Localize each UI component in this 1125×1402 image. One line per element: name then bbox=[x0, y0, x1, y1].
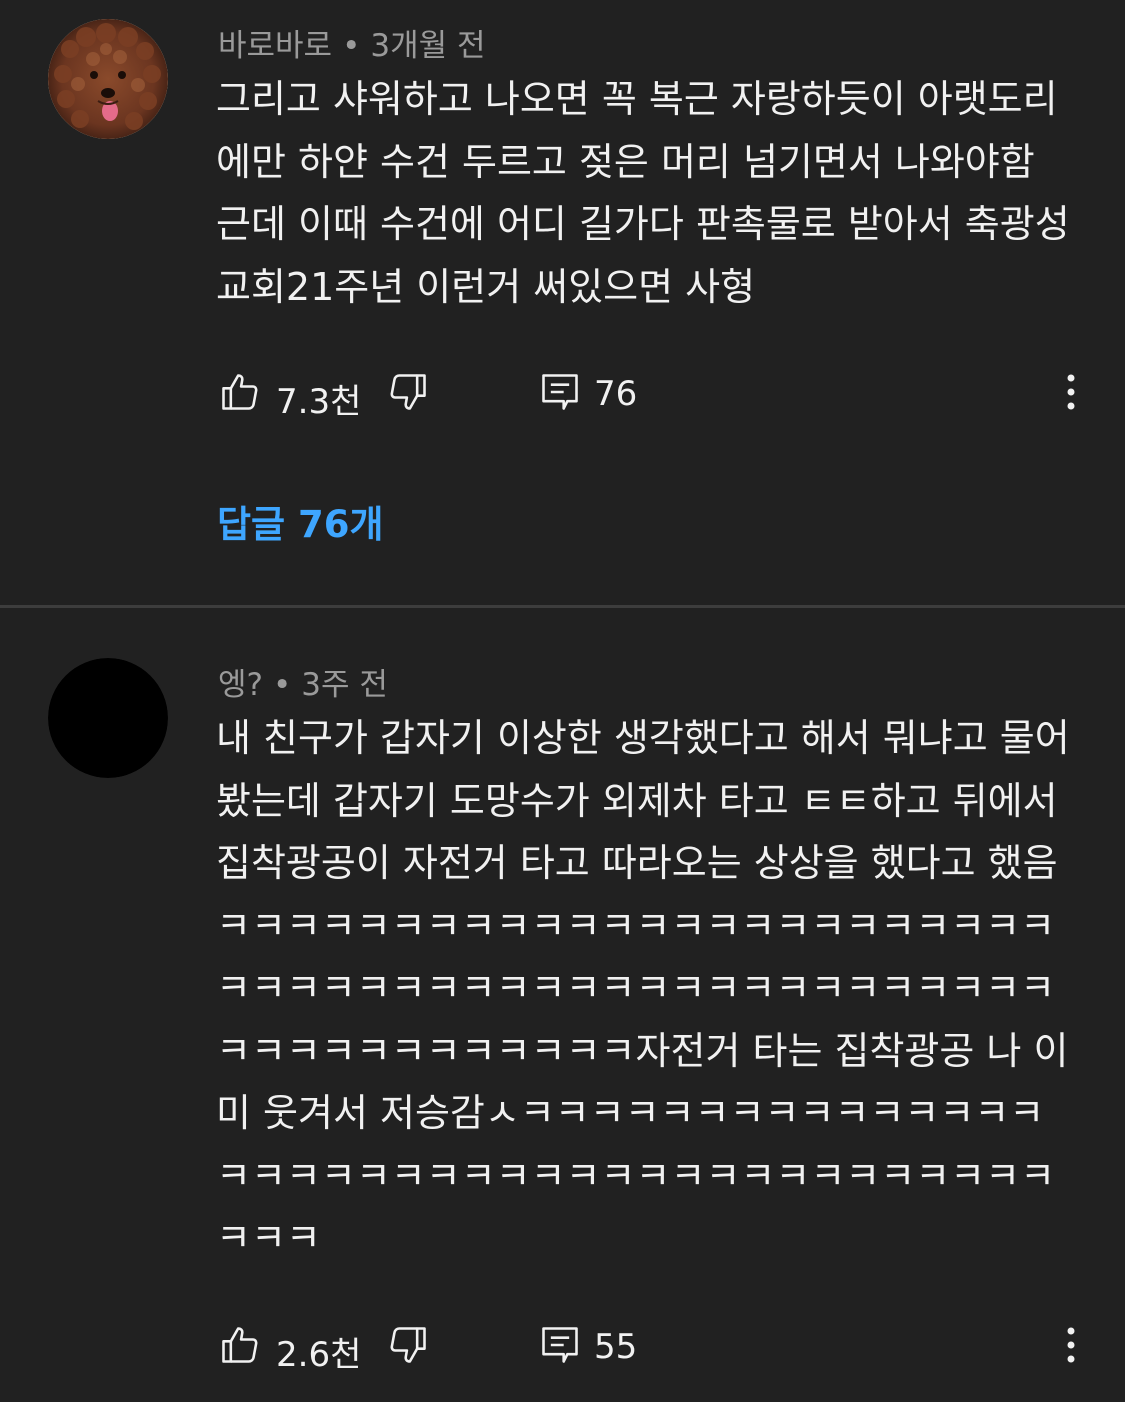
like-button[interactable] bbox=[218, 370, 262, 414]
author-name[interactable]: 엥? bbox=[218, 667, 263, 703]
dislike-button[interactable] bbox=[386, 370, 430, 414]
more-options-button[interactable] bbox=[1054, 1323, 1088, 1367]
reply-button[interactable] bbox=[538, 370, 582, 414]
reply-button[interactable] bbox=[538, 1323, 582, 1367]
view-replies-link[interactable]: 답글 76개 bbox=[217, 494, 384, 548]
like-count: 2.6천 bbox=[276, 1335, 362, 1375]
thumbs-down-icon bbox=[390, 1327, 426, 1363]
comment-meta: 바로바로 • 3개월 전 bbox=[218, 20, 486, 65]
meta-separator: • bbox=[342, 28, 361, 64]
comment-time[interactable]: 3주 전 bbox=[301, 667, 388, 703]
more-vertical-icon bbox=[1067, 374, 1075, 410]
author-avatar[interactable] bbox=[48, 658, 168, 778]
comment-time[interactable]: 3개월 전 bbox=[370, 28, 485, 64]
black-avatar-icon bbox=[48, 658, 168, 778]
meta-separator: • bbox=[272, 667, 292, 703]
more-options-button[interactable] bbox=[1054, 370, 1088, 414]
like-count: 7.3천 bbox=[276, 382, 362, 422]
author-avatar[interactable] bbox=[48, 19, 168, 139]
thumbs-down-icon bbox=[390, 374, 426, 410]
comment-icon bbox=[542, 1327, 578, 1363]
comment-text: 그리고 샤워하고 나오면 꼭 복근 자랑하듯이 아랫도리에만 하얀 수건 두르고… bbox=[216, 77, 1070, 309]
thumbs-up-icon bbox=[222, 374, 258, 410]
reply-count: 55 bbox=[594, 1327, 638, 1367]
more-vertical-icon bbox=[1067, 1327, 1075, 1363]
thumbs-up-icon bbox=[222, 1327, 258, 1363]
comment-actions: 7.3천 76 bbox=[0, 370, 1125, 430]
reply-count: 76 bbox=[594, 374, 638, 414]
comment-text: 내 친구가 갑자기 이상한 생각했다고 해서 뭐냐고 물어봤는데 갑자기 도망수… bbox=[216, 716, 1070, 1260]
comment-actions: 2.6천 55 bbox=[0, 1323, 1125, 1383]
like-button[interactable] bbox=[218, 1323, 262, 1367]
comment-icon bbox=[542, 374, 578, 410]
author-name[interactable]: 바로바로 bbox=[218, 28, 332, 64]
comment-meta: 엥? • 3주 전 bbox=[218, 659, 388, 704]
dislike-button[interactable] bbox=[386, 1323, 430, 1367]
poodle-avatar-icon bbox=[48, 19, 168, 139]
comment-divider bbox=[0, 605, 1125, 608]
